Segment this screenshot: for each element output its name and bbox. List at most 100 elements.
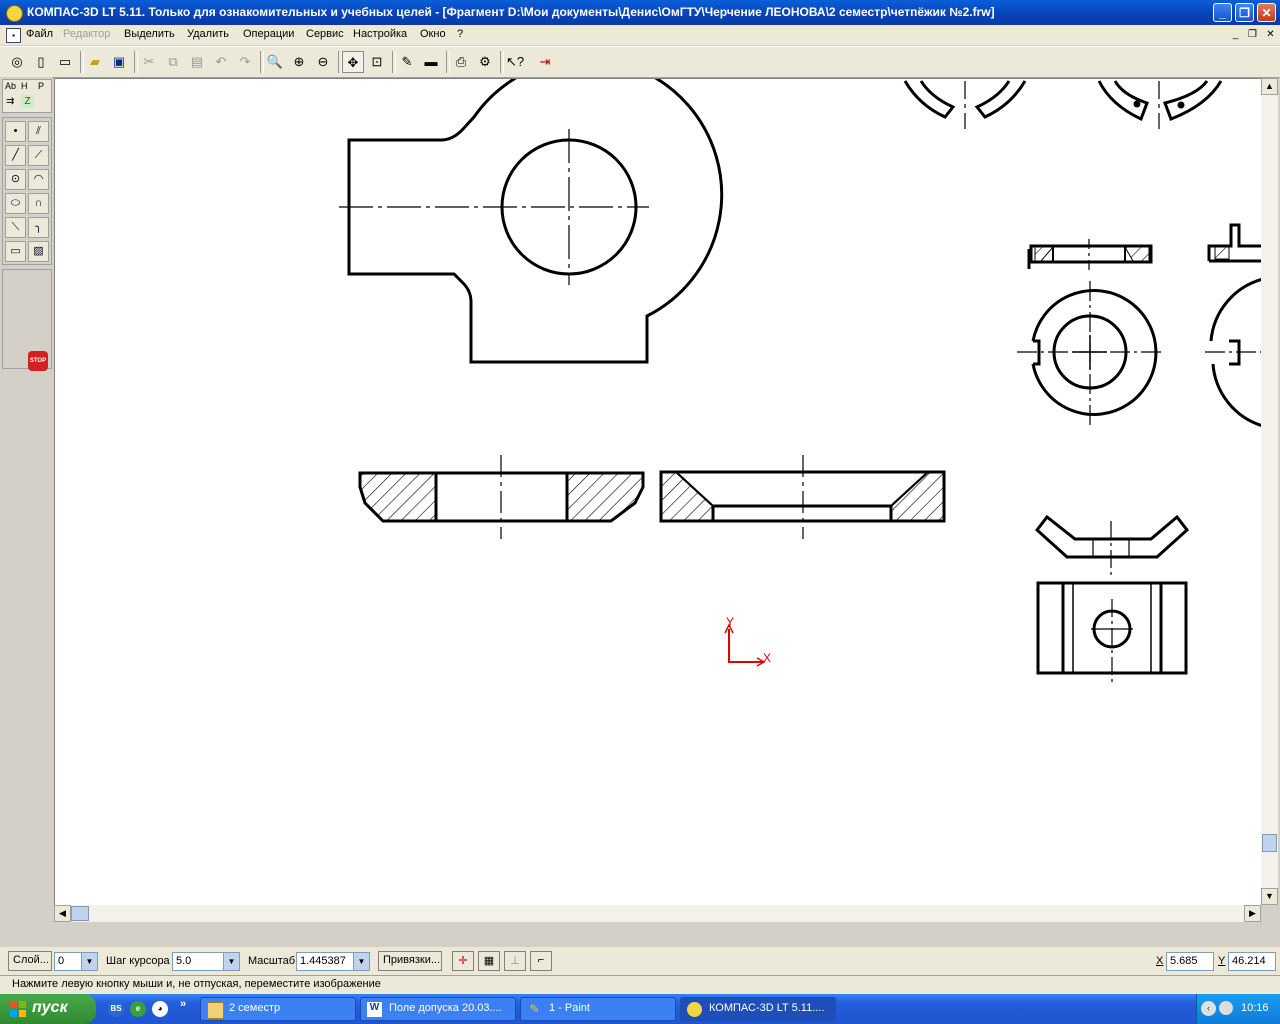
scroll-up-button[interactable]: ▲ bbox=[1261, 78, 1278, 95]
start-button[interactable]: пуск bbox=[0, 994, 96, 1024]
parallel-line-tool-icon[interactable]: ⟋ bbox=[28, 145, 49, 166]
task-kompas[interactable]: КОМПАС-3D LT 5.11.... bbox=[680, 997, 836, 1021]
document-icon[interactable]: ▪ bbox=[6, 28, 21, 43]
view-manager-icon[interactable]: ▬ bbox=[420, 51, 442, 73]
new-fragment-icon[interactable]: ▯ bbox=[30, 51, 52, 73]
kompas-app-icon[interactable] bbox=[6, 5, 23, 22]
auxiliary-line-tool-icon[interactable]: ⫽ bbox=[28, 121, 49, 142]
tray-expand-icon[interactable]: ‹ bbox=[1201, 1001, 1216, 1016]
tab-geometry-icon[interactable]: Z bbox=[21, 95, 34, 108]
task-paint[interactable]: ✎ 1 - Paint bbox=[520, 997, 676, 1021]
vertical-scrollbar[interactable]: ▲ ▼ bbox=[1261, 78, 1278, 905]
zoom-frame-icon[interactable]: ⊡ bbox=[366, 51, 388, 73]
ellipse-tool-icon[interactable]: ⬭ bbox=[5, 193, 26, 214]
word-icon: W bbox=[367, 1002, 382, 1017]
part-plate-top-view bbox=[339, 79, 724, 364]
ortho-icon[interactable]: ⌐ bbox=[530, 951, 552, 971]
quicklaunch-chevron-icon[interactable]: » bbox=[180, 998, 186, 1010]
scale-value: 1.445387 bbox=[300, 955, 346, 967]
snap-toggle-icon[interactable]: ✛ bbox=[452, 951, 474, 971]
tab-dimensions[interactable]: H bbox=[21, 81, 28, 91]
task-folder[interactable]: 2 семестр bbox=[200, 997, 356, 1021]
bat-icon[interactable]: BS bbox=[108, 1001, 124, 1017]
scroll-right-button[interactable]: ▶ bbox=[1244, 905, 1261, 922]
close-button[interactable]: ✕ bbox=[1257, 3, 1276, 22]
chevron-down-icon[interactable]: ▼ bbox=[353, 953, 369, 970]
copy-icon[interactable]: ⧉ bbox=[162, 51, 184, 73]
restore-button[interactable]: ❐ bbox=[1235, 3, 1254, 22]
properties-icon[interactable]: ✎ bbox=[396, 51, 418, 73]
cursor-step-value: 5.0 bbox=[176, 955, 192, 967]
scroll-left-button[interactable]: ◀ bbox=[54, 905, 71, 922]
x-coordinate-field[interactable]: 5.685 bbox=[1166, 952, 1214, 971]
start-label: пуск bbox=[32, 999, 68, 1016]
cursor-step-select[interactable]: 5.0 ▼ bbox=[172, 952, 240, 971]
menu-editor[interactable]: Редактор bbox=[63, 28, 110, 40]
calculator-icon[interactable]: ⚙ bbox=[474, 51, 496, 73]
menu-file[interactable]: Файл bbox=[26, 28, 53, 40]
zoom-in-icon[interactable]: ⊕ bbox=[288, 51, 310, 73]
rectangle-tool-icon[interactable]: ▭ bbox=[5, 241, 26, 262]
browser-icon[interactable]: e bbox=[130, 1001, 146, 1017]
menu-delete[interactable]: Удалить bbox=[187, 28, 229, 40]
tab-designations[interactable]: Ab bbox=[5, 81, 16, 91]
bezier-tool-icon[interactable]: ∩ bbox=[28, 193, 49, 214]
pan-icon[interactable]: ✥ bbox=[342, 51, 364, 73]
save-icon[interactable]: ▣ bbox=[108, 51, 130, 73]
grid-icon[interactable]: ▦ bbox=[478, 951, 500, 971]
segment-tool-icon[interactable]: ╱ bbox=[5, 145, 26, 166]
menu-settings[interactable]: Настройка bbox=[353, 28, 407, 40]
horizontal-scrollbar[interactable]: ◀ ▶ bbox=[54, 905, 1261, 922]
undo-icon[interactable]: ↶ bbox=[210, 51, 232, 73]
menu-window[interactable]: Окно bbox=[420, 28, 446, 40]
menu-help[interactable]: ? bbox=[457, 28, 463, 40]
panda-icon[interactable]: ◕ bbox=[152, 1001, 168, 1017]
doc-close-button[interactable]: ✕ bbox=[1263, 28, 1278, 42]
task-word[interactable]: W Поле допуска 20.03.... bbox=[360, 997, 516, 1021]
tray-app-icon[interactable] bbox=[1219, 1001, 1233, 1015]
point-tool-icon[interactable]: • bbox=[5, 121, 26, 142]
y-coordinate-label: Y bbox=[1218, 955, 1226, 967]
zoom-out-icon[interactable]: ⊖ bbox=[312, 51, 334, 73]
fillet-tool-icon[interactable]: ╮ bbox=[28, 217, 49, 238]
zoom-icon[interactable]: 🔍 bbox=[264, 51, 286, 73]
clock: 10:16 bbox=[1241, 1002, 1269, 1014]
local-cs-icon[interactable]: ⊥ bbox=[504, 951, 526, 971]
layer-button[interactable]: Слой... bbox=[8, 951, 52, 971]
paint-icon: ✎ bbox=[529, 1002, 540, 1016]
chevron-down-icon[interactable]: ▼ bbox=[223, 953, 239, 970]
open-icon[interactable]: ▰ bbox=[84, 51, 106, 73]
menu-select[interactable]: Выделить bbox=[124, 28, 175, 40]
cut-icon[interactable]: ✂ bbox=[138, 51, 160, 73]
chevron-down-icon[interactable]: ▼ bbox=[81, 953, 97, 970]
hatch-tool-icon[interactable]: ▨ bbox=[28, 241, 49, 262]
vertical-scroll-thumb[interactable] bbox=[1262, 834, 1277, 852]
new-document-icon[interactable]: ◎ bbox=[6, 51, 28, 73]
minimize-button[interactable]: _ bbox=[1213, 3, 1232, 22]
axis-x-label: X bbox=[763, 651, 771, 665]
snaps-button[interactable]: Привязки... bbox=[378, 951, 442, 971]
drawing-canvas[interactable]: Y X bbox=[54, 78, 1261, 906]
print-preview-icon[interactable]: ⎙ bbox=[450, 51, 472, 73]
menu-service[interactable]: Сервис bbox=[306, 28, 344, 40]
tab-parameters[interactable]: P bbox=[38, 81, 44, 91]
redo-icon[interactable]: ↷ bbox=[234, 51, 256, 73]
doc-restore-button[interactable]: ❐ bbox=[1245, 28, 1260, 42]
layer-select[interactable]: 0 ▼ bbox=[54, 952, 98, 971]
y-coordinate-field[interactable]: 46.214 bbox=[1228, 952, 1276, 971]
help-cursor-icon[interactable]: ↖? bbox=[504, 51, 526, 73]
exit-icon[interactable]: ⇥ bbox=[534, 51, 556, 73]
tab-edit-icon[interactable]: ⇉ bbox=[6, 96, 14, 107]
scroll-down-button[interactable]: ▼ bbox=[1261, 888, 1278, 905]
horizontal-scroll-thumb[interactable] bbox=[71, 906, 89, 921]
status-line: Нажмите левую кнопку мыши и, не отпуская… bbox=[0, 975, 1280, 994]
doc-minimize-button[interactable]: _ bbox=[1228, 28, 1243, 42]
menu-operations[interactable]: Операции bbox=[243, 28, 294, 40]
new-sheet-icon[interactable]: ▭ bbox=[54, 51, 76, 73]
scale-select[interactable]: 1.445387 ▼ bbox=[296, 952, 370, 971]
paste-icon[interactable]: ▤ bbox=[186, 51, 208, 73]
chamfer-tool-icon[interactable]: ⟍ bbox=[5, 217, 26, 238]
arc-tool-icon[interactable]: ◠ bbox=[28, 169, 49, 190]
circle-tool-icon[interactable]: ⊙ bbox=[5, 169, 26, 190]
stop-button[interactable]: STOP bbox=[28, 351, 48, 371]
